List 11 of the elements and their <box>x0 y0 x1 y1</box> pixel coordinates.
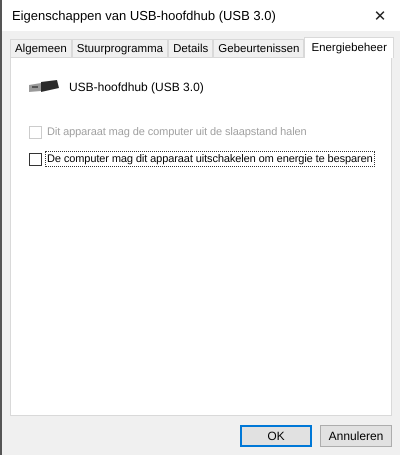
tab[interactable]: Stuurprogramma <box>72 39 168 57</box>
tab[interactable]: Gebeurtenissen <box>213 39 304 57</box>
close-button[interactable]: ✕ <box>360 0 400 30</box>
window-title: Eigenschappen van USB-hoofdhub (USB 3.0) <box>12 8 276 23</box>
tab[interactable]: Algemeen <box>10 39 72 57</box>
dialog-button[interactable]: OK <box>240 425 312 447</box>
dialog-button[interactable]: Annuleren <box>320 425 392 447</box>
checkbox-label[interactable]: De computer mag dit apparaat uitschakelen om energie te besparen <box>45 151 375 167</box>
device-name: USB-hoofdhub (USB 3.0) <box>69 80 204 94</box>
tab[interactable]: Details <box>168 39 214 57</box>
tab[interactable]: Energiebeheer <box>304 37 394 58</box>
